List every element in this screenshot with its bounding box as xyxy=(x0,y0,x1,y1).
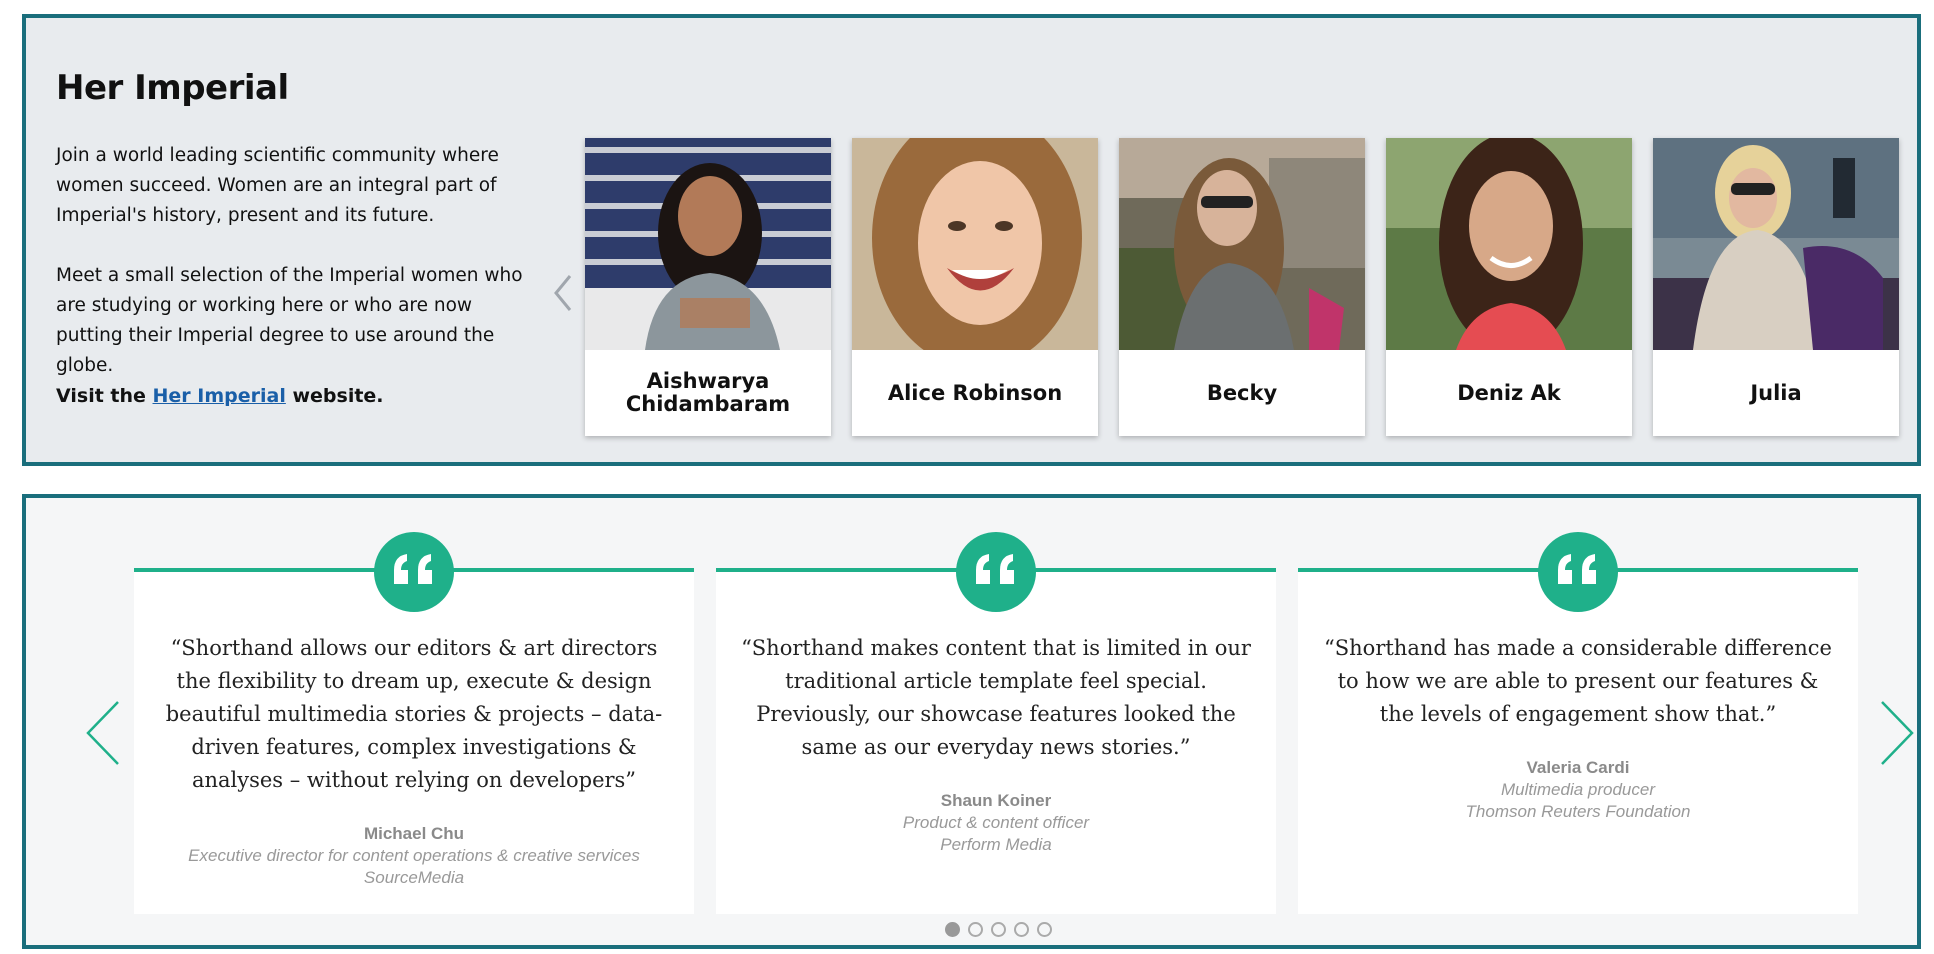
pagination-dot[interactable] xyxy=(945,922,960,937)
testimonial-card: “Shorthand allows our editors & art dire… xyxy=(134,532,694,914)
pagination-dot[interactable] xyxy=(968,922,983,937)
testimonial-role: Multimedia producer xyxy=(1500,780,1655,799)
person-name: Julia xyxy=(1750,380,1802,405)
meet-text: Meet a small selection of the Imperial w… xyxy=(56,265,523,376)
visit-prefix: Visit the xyxy=(56,385,153,407)
people-prev-button[interactable] xyxy=(548,268,578,318)
person-card[interactable]: Deniz Ak xyxy=(1386,138,1632,436)
chevron-right-icon xyxy=(1881,701,1914,765)
chevron-left-icon xyxy=(86,701,119,765)
testimonials-prev-button[interactable] xyxy=(84,698,124,768)
person-photo xyxy=(585,138,831,350)
person-card[interactable]: Julia xyxy=(1653,138,1899,436)
testimonial-attribution: Shaun Koiner Product & content officer P… xyxy=(726,790,1266,856)
person-name: Becky xyxy=(1206,380,1278,405)
her-imperial-link[interactable]: Her Imperial xyxy=(153,385,286,407)
pagination-dot[interactable] xyxy=(1037,922,1052,937)
quote-icon xyxy=(956,532,1036,612)
testimonial-quote: “Shorthand makes content that is limited… xyxy=(741,636,1251,759)
testimonial-quote: “Shorthand has made a considerable diffe… xyxy=(1324,636,1832,726)
testimonial-role: Executive director for content operation… xyxy=(188,846,640,865)
person-photo xyxy=(852,138,1098,350)
testimonial-card: “Shorthand has made a considerable diffe… xyxy=(1298,532,1858,914)
carousel-pagination xyxy=(945,922,1052,937)
person-name: Aishwarya Chidambaram xyxy=(625,369,791,416)
visit-line: Visit the Her Imperial website. xyxy=(56,385,384,407)
testimonial-org: Thomson Reuters Foundation xyxy=(1465,802,1691,821)
person-photo xyxy=(1386,138,1632,350)
quote-icon xyxy=(374,532,454,612)
person-name: Alice Robinson xyxy=(887,380,1063,405)
visit-suffix: website. xyxy=(285,385,384,407)
testimonials-next-button[interactable] xyxy=(1876,698,1916,768)
person-card[interactable]: Alice Robinson xyxy=(852,138,1098,436)
testimonial-quote: “Shorthand allows our editors & art dire… xyxy=(165,636,663,792)
intro-text: Join a world leading scientific communit… xyxy=(56,145,499,226)
pagination-dot[interactable] xyxy=(1014,922,1029,937)
pagination-dot[interactable] xyxy=(991,922,1006,937)
testimonial-role: Product & content officer xyxy=(902,813,1090,832)
testimonial-org: SourceMedia xyxy=(363,868,465,887)
testimonial-attribution: Valeria Cardi Multimedia producer Thomso… xyxy=(1308,757,1848,823)
testimonial-name: Valeria Cardi xyxy=(1526,758,1630,777)
person-photo xyxy=(1119,138,1365,350)
person-card[interactable]: Becky xyxy=(1119,138,1365,436)
testimonial-org: Perform Media xyxy=(940,835,1052,854)
testimonial-card: “Shorthand makes content that is limited… xyxy=(716,532,1276,914)
testimonial-name: Michael Chu xyxy=(363,824,465,843)
chevron-left-icon xyxy=(554,275,572,311)
testimonials-panel: “Shorthand allows our editors & art dire… xyxy=(22,494,1921,949)
person-photo xyxy=(1653,138,1899,350)
her-imperial-panel: Her Imperial Join a world leading scient… xyxy=(22,14,1921,466)
testimonial-name: Shaun Koiner xyxy=(940,791,1052,810)
testimonial-attribution: Michael Chu Executive director for conte… xyxy=(144,823,684,889)
quote-icon xyxy=(1538,532,1618,612)
person-name: Deniz Ak xyxy=(1457,380,1561,405)
person-card[interactable]: Aishwarya Chidambaram xyxy=(585,138,831,436)
page-title: Her Imperial xyxy=(56,68,289,108)
